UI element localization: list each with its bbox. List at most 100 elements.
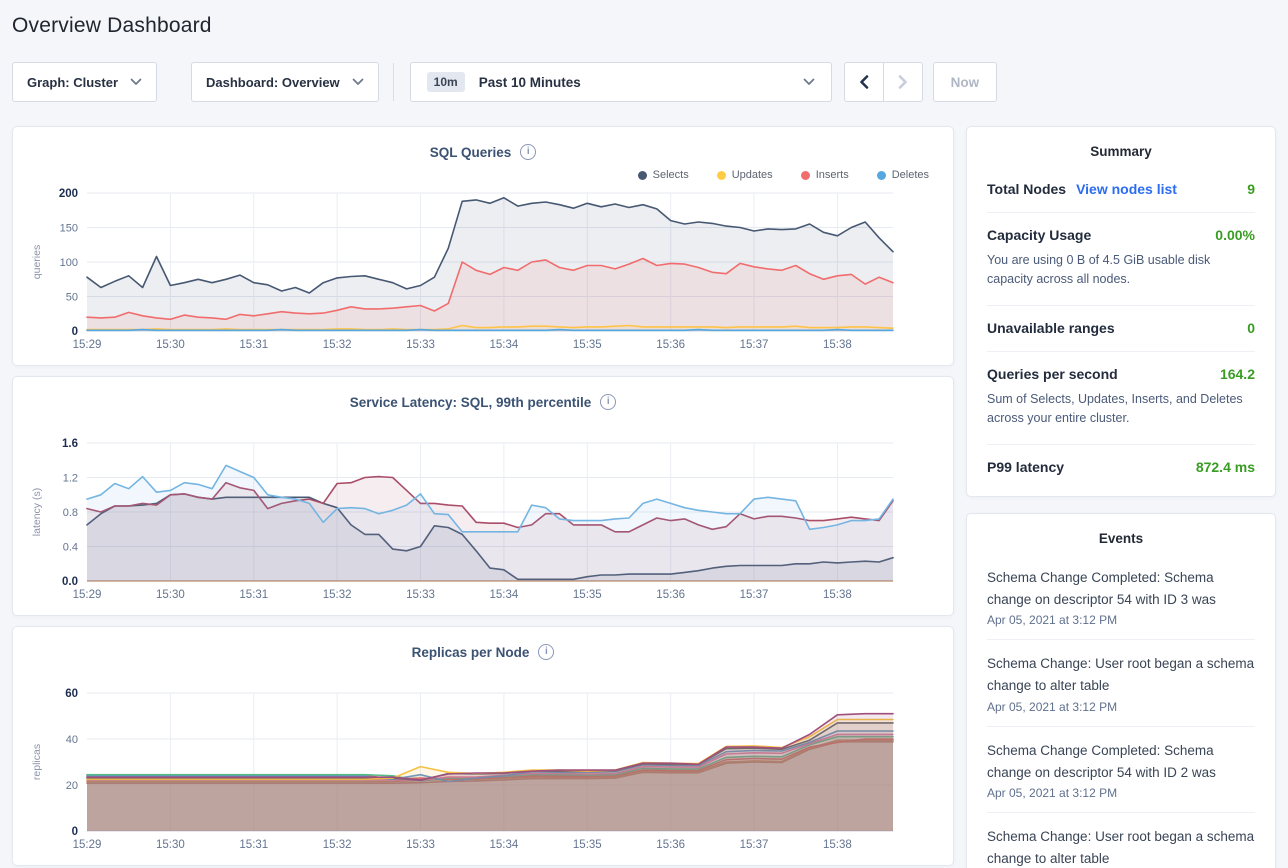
svg-text:15:38: 15:38 xyxy=(823,589,852,601)
summary-label: Queries per second xyxy=(987,366,1118,382)
svg-text:15:31: 15:31 xyxy=(239,339,268,351)
svg-text:15:36: 15:36 xyxy=(656,839,685,851)
event-message: Schema Change Completed: Schema change o… xyxy=(987,567,1255,612)
svg-text:15:38: 15:38 xyxy=(823,339,852,351)
charts-column: SQL Queries i Selects Updates Inserts Delet… xyxy=(12,126,954,866)
summary-value: 0.00% xyxy=(1215,227,1255,243)
time-back-button[interactable] xyxy=(844,62,884,102)
svg-text:20: 20 xyxy=(66,780,78,792)
summary-row-p99-latency: P99 latency 872.4 ms xyxy=(987,445,1255,490)
chevron-down-icon xyxy=(352,78,364,86)
legend-label: Deletes xyxy=(892,169,929,181)
chart-title-row: SQL Queries i xyxy=(27,141,939,163)
graph-dropdown-label: Graph: Cluster xyxy=(27,75,118,90)
now-button[interactable]: Now xyxy=(933,62,998,102)
legend-item-selects[interactable]: Selects xyxy=(638,169,689,181)
info-icon[interactable]: i xyxy=(600,394,616,410)
legend-item-inserts[interactable]: Inserts xyxy=(801,169,849,181)
summary-value: 164.2 xyxy=(1220,366,1255,382)
chevron-left-icon xyxy=(859,75,869,89)
time-range-badge: 10m xyxy=(427,72,465,92)
svg-text:40: 40 xyxy=(66,734,78,746)
events-heading: Events xyxy=(987,531,1255,554)
svg-text:1.2: 1.2 xyxy=(63,473,78,485)
events-panel: Events Schema Change Completed: Schema c… xyxy=(966,513,1276,868)
chart-title: Service Latency: SQL, 99th percentile xyxy=(350,395,592,410)
summary-row-unavailable-ranges: Unavailable ranges 0 xyxy=(987,306,1255,352)
event-timestamp: Apr 05, 2021 at 3:12 PM xyxy=(987,613,1255,627)
event-timestamp: Apr 05, 2021 at 3:12 PM xyxy=(987,786,1255,800)
toolbar-divider xyxy=(393,63,394,101)
svg-text:15:34: 15:34 xyxy=(490,339,519,351)
graph-dropdown[interactable]: Graph: Cluster xyxy=(12,62,157,102)
svg-text:15:37: 15:37 xyxy=(740,839,769,851)
legend-item-updates[interactable]: Updates xyxy=(717,169,773,181)
summary-value: 872.4 ms xyxy=(1196,459,1255,475)
chart-title: SQL Queries xyxy=(430,145,512,160)
legend-label: Selects xyxy=(653,169,689,181)
svg-text:15:38: 15:38 xyxy=(823,839,852,851)
right-column: Summary Total Nodes View nodes list 9 Ca… xyxy=(966,126,1276,868)
summary-row-total-nodes: Total Nodes View nodes list 9 xyxy=(987,167,1255,213)
summary-row-capacity-usage: Capacity Usage 0.00% You are using 0 B o… xyxy=(987,213,1255,306)
chart-svg: 0.00.40.81.21.615:2915:3015:3115:3215:33… xyxy=(27,435,939,607)
dashboard-dropdown-label: Dashboard: Overview xyxy=(206,75,340,90)
svg-text:15:35: 15:35 xyxy=(573,589,602,601)
svg-text:15:31: 15:31 xyxy=(239,839,268,851)
inserts-series-dot xyxy=(801,171,810,180)
svg-text:15:33: 15:33 xyxy=(406,589,435,601)
legend-label: Inserts xyxy=(816,169,849,181)
info-icon[interactable]: i xyxy=(520,144,536,160)
chart-canvas-sql-queries[interactable]: 05010015020015:2915:3015:3115:3215:3315:… xyxy=(27,185,939,357)
time-forward-button[interactable] xyxy=(883,62,923,102)
event-item: Schema Change Completed: Schema change o… xyxy=(987,554,1255,641)
svg-text:15:37: 15:37 xyxy=(740,339,769,351)
svg-text:15:30: 15:30 xyxy=(156,589,185,601)
summary-value: 0 xyxy=(1247,320,1255,336)
time-range-label: Past 10 Minutes xyxy=(479,75,581,90)
summary-panel: Summary Total Nodes View nodes list 9 Ca… xyxy=(966,126,1276,497)
svg-text:15:35: 15:35 xyxy=(573,839,602,851)
svg-text:150: 150 xyxy=(60,223,78,235)
time-range-picker[interactable]: 10m Past 10 Minutes xyxy=(410,62,832,102)
toolbar: Graph: Cluster Dashboard: Overview 10m P… xyxy=(12,62,1276,102)
summary-description: You are using 0 B of 4.5 GiB usable disk… xyxy=(987,251,1255,290)
svg-text:15:29: 15:29 xyxy=(73,839,102,851)
chart-canvas-service-latency[interactable]: 0.00.40.81.21.615:2915:3015:3115:3215:33… xyxy=(27,435,939,607)
event-message: Schema Change: User root began a schema … xyxy=(987,653,1255,698)
summary-label: Total Nodes xyxy=(987,181,1066,197)
view-nodes-list-link[interactable]: View nodes list xyxy=(1076,181,1177,197)
svg-text:15:36: 15:36 xyxy=(656,339,685,351)
svg-text:15:37: 15:37 xyxy=(740,589,769,601)
dashboard-dropdown[interactable]: Dashboard: Overview xyxy=(191,62,379,102)
svg-text:0: 0 xyxy=(72,326,78,338)
svg-text:15:29: 15:29 xyxy=(73,589,102,601)
legend-spacer xyxy=(27,415,939,435)
chart-title-row: Replicas per Node i xyxy=(27,641,939,663)
event-item: Schema Change Completed: Schema change o… xyxy=(987,727,1255,814)
summary-label: P99 latency xyxy=(987,459,1064,475)
svg-text:15:32: 15:32 xyxy=(323,839,352,851)
svg-text:15:33: 15:33 xyxy=(406,839,435,851)
svg-text:0.4: 0.4 xyxy=(63,542,78,554)
info-icon[interactable]: i xyxy=(538,644,554,660)
updates-series-dot xyxy=(717,171,726,180)
chart-svg: 05010015020015:2915:3015:3115:3215:3315:… xyxy=(27,185,939,357)
svg-text:100: 100 xyxy=(60,257,78,269)
svg-text:replicas: replicas xyxy=(31,744,43,780)
chart-panel-replicas-per-node: Replicas per Node i 020406015:2915:3015:… xyxy=(12,626,954,866)
event-item: Schema Change: User root began a schema … xyxy=(987,813,1255,868)
summary-heading: Summary xyxy=(987,144,1255,167)
legend-spacer xyxy=(27,665,939,685)
legend-item-deletes[interactable]: Deletes xyxy=(877,169,929,181)
deletes-series-dot xyxy=(877,171,886,180)
page: Overview Dashboard Graph: Cluster Dashbo… xyxy=(0,0,1288,868)
svg-text:50: 50 xyxy=(66,292,78,304)
chart-canvas-replicas-per-node[interactable]: 020406015:2915:3015:3115:3215:3315:3415:… xyxy=(27,685,939,857)
svg-text:15:34: 15:34 xyxy=(490,839,519,851)
svg-text:15:35: 15:35 xyxy=(573,339,602,351)
time-nav-group xyxy=(844,62,923,102)
svg-text:0.0: 0.0 xyxy=(62,576,78,588)
chart-title-row: Service Latency: SQL, 99th percentile i xyxy=(27,391,939,413)
selects-series-dot xyxy=(638,171,647,180)
